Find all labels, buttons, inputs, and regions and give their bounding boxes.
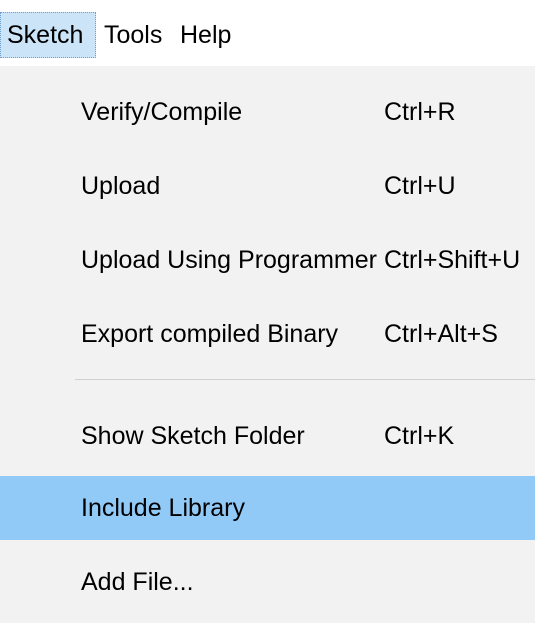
menu-item-upload-using-programmer[interactable]: Upload Using Programmer Ctrl+Shift+U bbox=[0, 228, 535, 292]
menu-separator bbox=[75, 379, 535, 380]
sketch-dropdown-menu: Verify/Compile Ctrl+R Upload Ctrl+U Uplo… bbox=[0, 66, 535, 623]
menu-tools-label: Tools bbox=[104, 21, 163, 49]
menu-item-verify-compile[interactable]: Verify/Compile Ctrl+R bbox=[0, 80, 535, 144]
menu-item-shortcut: Ctrl+Shift+U bbox=[384, 246, 521, 274]
menu-item-label: Add File... bbox=[81, 568, 194, 596]
menu-item-shortcut: Ctrl+R bbox=[384, 98, 456, 126]
menu-item-label: Export compiled Binary bbox=[81, 320, 339, 348]
menu-sketch-label: Sketch bbox=[7, 21, 84, 49]
menu-item-label: Verify/Compile bbox=[81, 98, 243, 126]
menu-sketch[interactable]: Sketch bbox=[0, 12, 96, 58]
menu-item-upload[interactable]: Upload Ctrl+U bbox=[0, 154, 535, 218]
menu-help-label: Help bbox=[180, 21, 232, 49]
menu-item-shortcut: Ctrl+U bbox=[384, 172, 456, 200]
menu-item-export-compiled-binary[interactable]: Export compiled Binary Ctrl+Alt+S bbox=[0, 302, 535, 366]
menu-item-shortcut: Ctrl+K bbox=[384, 422, 455, 450]
menu-item-shortcut: Ctrl+Alt+S bbox=[384, 320, 498, 348]
menu-item-label: Upload bbox=[81, 172, 161, 200]
menu-help[interactable]: Help bbox=[180, 12, 231, 58]
menu-item-add-file[interactable]: Add File... bbox=[0, 550, 535, 614]
menu-item-label: Include Library bbox=[81, 494, 245, 522]
menu-bar: Sketch Tools Help bbox=[0, 0, 535, 66]
menu-item-show-sketch-folder[interactable]: Show Sketch Folder Ctrl+K bbox=[0, 404, 535, 468]
menu-item-include-library[interactable]: Include Library bbox=[0, 476, 535, 540]
menu-item-label: Show Sketch Folder bbox=[81, 422, 305, 450]
menu-item-label: Upload Using Programmer bbox=[81, 246, 377, 274]
menu-tools[interactable]: Tools bbox=[104, 12, 162, 58]
